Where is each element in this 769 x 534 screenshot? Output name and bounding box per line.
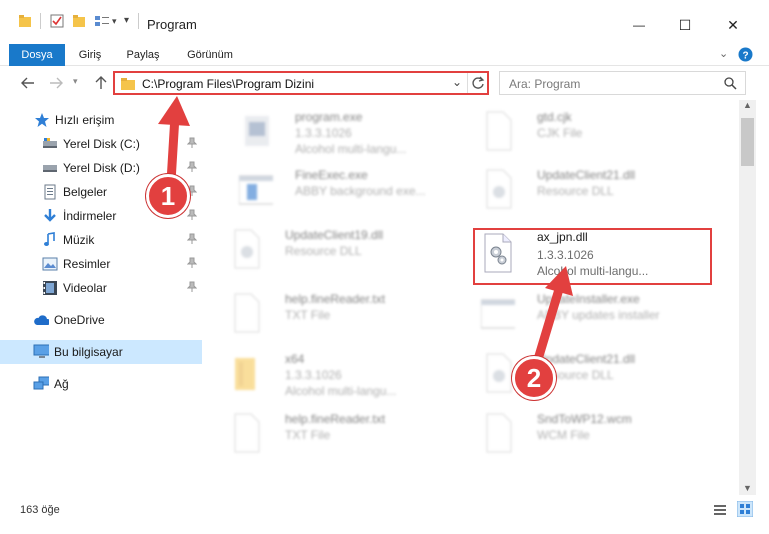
step-2-badge: 2 [512, 356, 556, 400]
step-1-badge: 1 [146, 174, 190, 218]
annotation-arrows [158, 96, 573, 371]
